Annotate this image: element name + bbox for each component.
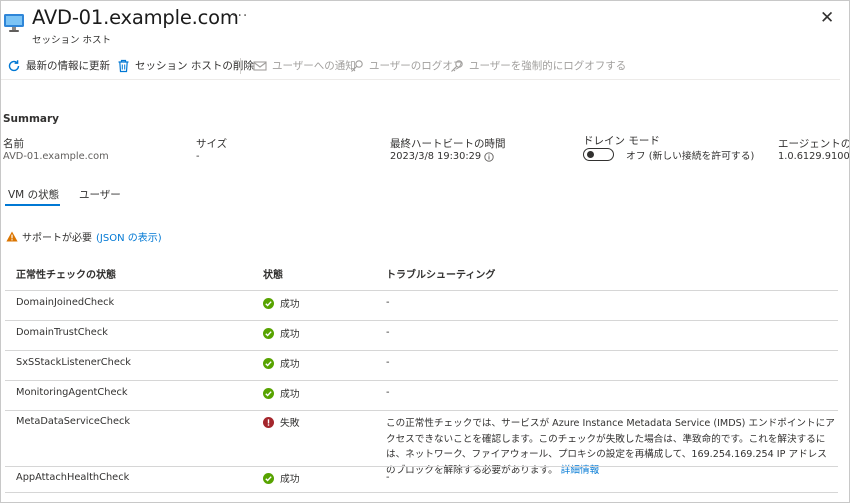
heartbeat-label: 最終ハートビートの時間: [390, 138, 506, 150]
drain-mode-toggle[interactable]: [583, 148, 614, 161]
page-subtitle: セッション ホスト: [32, 35, 112, 46]
row-divider: [5, 466, 838, 467]
active-tab-indicator: [5, 204, 60, 206]
support-warning: サポートが必要 (JSON の表示): [6, 229, 162, 244]
status-cell: 成功: [263, 356, 300, 370]
key-icon: [351, 59, 363, 72]
status-cell: 成功: [263, 386, 300, 400]
check-name: MonitoringAgentCheck: [16, 387, 128, 398]
status-text: 成功: [280, 299, 300, 310]
info-icon[interactable]: [484, 151, 494, 162]
status-text: 失敗: [280, 418, 300, 429]
error-circle-icon: [263, 416, 274, 428]
summary-heading: Summary: [3, 113, 60, 125]
drain-mode-label: ドレイン モード: [583, 135, 660, 147]
check-name: MetaDataServiceCheck: [16, 416, 131, 427]
check-circle-icon: [263, 387, 274, 399]
check-circle-icon: [263, 357, 274, 369]
row-divider: [5, 320, 838, 321]
troubleshooting-text: この正常性チェックでは、サービスが Azure Instance Metadat…: [386, 416, 836, 478]
size-value: -: [196, 151, 200, 162]
toolbar-divider-line: [0, 79, 840, 80]
refresh-label: 最新の情報に更新: [26, 60, 110, 72]
troubleshooting-text: -: [386, 357, 390, 368]
heartbeat-value-group: 2023/3/8 19:30:29: [390, 151, 494, 162]
status-cell: 成功: [263, 471, 300, 485]
troubleshooting-text: -: [386, 472, 390, 483]
name-value: AVD-01.example.com: [3, 151, 109, 162]
page-title: AVD-01.example.com: [32, 6, 239, 29]
tab-vm-status[interactable]: VM の状態: [8, 187, 59, 202]
check-name: DomainTrustCheck: [16, 327, 108, 338]
row-divider: [5, 290, 838, 291]
logoff-users-button[interactable]: ユーザーのログオフ: [350, 58, 463, 73]
status-text: 成功: [280, 329, 300, 340]
row-divider: [5, 410, 838, 411]
refresh-button[interactable]: 最新の情報に更新: [7, 58, 110, 73]
notify-label: ユーザーへの通知: [272, 60, 356, 72]
virtual-machine-icon: [4, 14, 24, 32]
drain-mode-value: オフ (新しい接続を許可する): [626, 151, 755, 162]
warning-text: サポートが必要: [22, 233, 92, 244]
agent-version-value: 1.0.6129.9100: [778, 151, 850, 162]
troubleshooting-text: -: [386, 387, 390, 398]
check-circle-icon: [263, 327, 274, 339]
row-divider: [5, 350, 838, 351]
mail-icon: [253, 60, 267, 71]
notify-users-button[interactable]: ユーザーへの通知: [253, 58, 356, 73]
check-circle-icon: [263, 297, 274, 309]
size-label: サイズ: [196, 138, 228, 150]
status-text: 成功: [280, 389, 300, 400]
heartbeat-value: 2023/3/8 19:30:29: [390, 151, 482, 162]
status-text: 成功: [280, 474, 300, 485]
status-text: 成功: [280, 359, 300, 370]
trash-icon: [118, 59, 129, 72]
toolbar-divider: [240, 58, 241, 74]
force-logoff-button[interactable]: ユーザーを強制的にログオフする: [450, 58, 626, 73]
row-divider: [5, 492, 838, 493]
view-json-link[interactable]: (JSON の表示): [96, 229, 162, 244]
row-divider: [5, 380, 838, 381]
column-header-check: 正常性チェックの状態: [16, 270, 116, 281]
check-name: SxSStackListenerCheck: [16, 357, 131, 368]
check-name: DomainJoinedCheck: [16, 297, 115, 308]
refresh-icon: [8, 59, 20, 71]
column-header-status: 状態: [263, 270, 283, 281]
check-circle-icon: [263, 472, 274, 484]
status-cell: 成功: [263, 326, 300, 340]
agent-version-label: エージェントのバー: [778, 138, 850, 150]
delete-label: セッション ホストの削除: [135, 60, 254, 72]
column-header-troubleshooting: トラブルシューティング: [386, 270, 496, 281]
force-logoff-label: ユーザーを強制的にログオフする: [469, 60, 627, 72]
status-cell: 成功: [263, 296, 300, 310]
troubleshooting-text: -: [386, 297, 390, 308]
more-options-button[interactable]: ···: [232, 8, 248, 24]
tab-users[interactable]: ユーザー: [79, 187, 121, 202]
close-button[interactable]: ✕: [820, 8, 834, 28]
check-name: AppAttachHealthCheck: [16, 472, 130, 483]
name-label: 名前: [3, 138, 24, 150]
warning-triangle-icon: [6, 231, 18, 242]
toggle-knob: [587, 151, 594, 158]
key-icon: [451, 59, 463, 72]
status-cell: 失敗: [263, 415, 300, 429]
delete-session-host-button[interactable]: セッション ホストの削除: [117, 58, 254, 73]
troubleshooting-text: -: [386, 327, 390, 338]
